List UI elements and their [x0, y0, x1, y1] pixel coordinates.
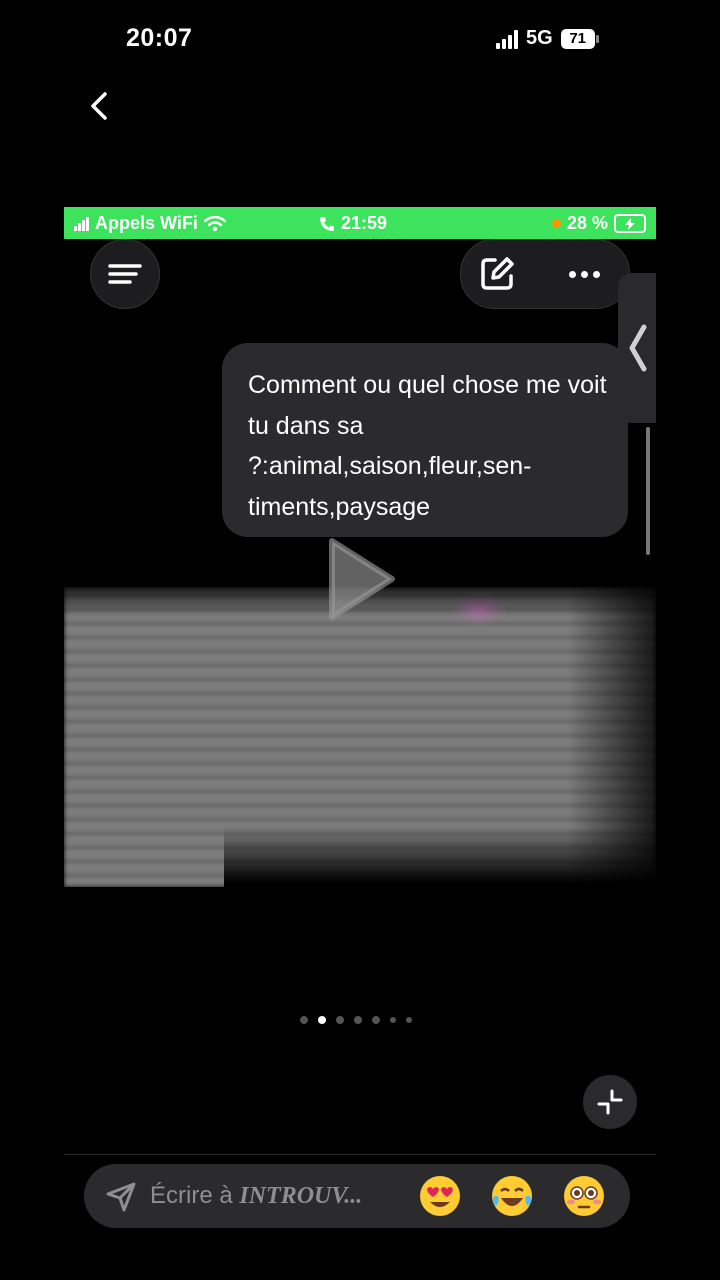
tears-of-joy-emoji-icon[interactable] — [490, 1174, 534, 1218]
story-screenshot[interactable]: Appels WiFi 21:59 28 % Comment ou quel c… — [64, 207, 656, 904]
dot — [593, 270, 600, 278]
screenshot-status-bar: Appels WiFi 21:59 28 % — [64, 207, 656, 239]
phone-icon — [320, 216, 334, 231]
page-dot — [300, 1016, 308, 1024]
menu-lines-icon — [108, 264, 142, 284]
page-dot — [336, 1016, 344, 1024]
cellular-signal-icon — [74, 216, 89, 231]
battery-icon: 71 — [560, 28, 599, 49]
page-dot — [372, 1016, 380, 1024]
page-dot — [406, 1017, 412, 1023]
more-options-button[interactable] — [569, 262, 609, 286]
page-dot — [354, 1016, 362, 1024]
flushed-emoji-icon[interactable] — [562, 1174, 606, 1218]
menu-button[interactable] — [90, 239, 160, 309]
status-time: 20:07 — [126, 24, 193, 52]
battery-level: 71 — [569, 30, 587, 47]
back-button[interactable] — [82, 86, 116, 126]
wifi-icon — [203, 215, 226, 231]
collapse-button[interactable] — [583, 1075, 637, 1129]
page-indicator — [300, 1016, 412, 1024]
carrier-label: Appels WiFi — [95, 213, 198, 233]
call-time: 21:59 — [341, 213, 388, 233]
status-indicators: 5G 71 — [496, 27, 599, 50]
reply-recipient: INTROUV... — [239, 1183, 363, 1209]
edit-button[interactable] — [479, 256, 515, 292]
reply-prefix: Écrire à — [150, 1182, 240, 1209]
message-text: Comment ou quel chose me voit tu dans sa… — [248, 371, 607, 521]
play-button[interactable] — [326, 537, 396, 621]
reply-placeholder: Écrire à INTROUV... — [150, 1182, 362, 1210]
action-pill — [460, 239, 630, 309]
chevron-left-icon — [629, 324, 647, 372]
dot — [569, 270, 576, 278]
page-dot-active — [318, 1016, 326, 1024]
play-icon — [329, 538, 395, 620]
chevron-left-icon — [91, 92, 107, 120]
fade-overlay — [224, 827, 656, 904]
reply-field[interactable]: Écrire à INTROUV... — [84, 1164, 630, 1228]
mic-indicator-icon — [551, 219, 561, 228]
dot — [581, 270, 588, 278]
battery-percent: 28 % — [566, 213, 608, 233]
compose-icon — [481, 257, 514, 290]
network-type: 5G — [526, 27, 553, 49]
message-bubble: Comment ou quel chose me voit tu dans sa… — [222, 343, 628, 537]
page-dot — [390, 1017, 396, 1023]
send-icon — [106, 1182, 136, 1212]
divider — [64, 1154, 656, 1155]
charging-battery-icon — [614, 214, 646, 233]
heart-eyes-emoji-icon[interactable] — [418, 1174, 462, 1218]
minimize-icon — [597, 1089, 623, 1115]
scrollbar[interactable] — [646, 427, 650, 555]
cellular-signal-icon — [496, 29, 518, 49]
